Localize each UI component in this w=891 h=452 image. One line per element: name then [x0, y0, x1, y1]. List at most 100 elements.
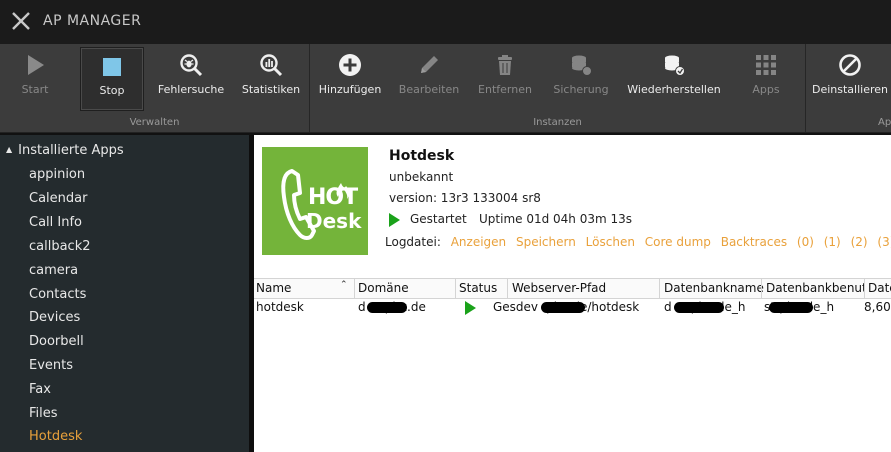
column-resize-handle[interactable]: [354, 279, 355, 298]
core-dump-link[interactable]: Core dump: [645, 235, 711, 249]
remove-button[interactable]: Entfernen: [474, 44, 536, 112]
backtrace-1-link[interactable]: (1): [824, 235, 841, 249]
toolbar-group-separator: [805, 44, 806, 132]
app-status: unbekannt: [389, 170, 454, 184]
column-resize-handle[interactable]: [455, 279, 456, 298]
bug-search-icon: [180, 54, 203, 77]
stop-button-label: Stop: [99, 84, 125, 97]
title-bar: AP MANAGER: [0, 0, 891, 44]
add-button-label: Hinzufügen: [318, 83, 382, 96]
hotdesk-logo: HOT Desk: [262, 147, 368, 255]
uninstall-button-label: Deinstallieren: [811, 83, 888, 96]
sidebar-item-hotdesk[interactable]: Hotdesk: [29, 429, 82, 444]
statistics-button[interactable]: Statistiken: [236, 44, 306, 112]
column-header-webserver-path[interactable]: Webserver-Pfad: [512, 281, 606, 295]
group-label-manage: Verwalten: [129, 117, 180, 128]
table-row[interactable]: hotdesk d st-pbx.de Gesdev -pbx.de/hotde…: [254, 298, 891, 318]
add-button[interactable]: Hinzufügen: [314, 44, 386, 112]
cell-name: hotdesk: [256, 300, 304, 314]
grid-icon: [756, 55, 776, 75]
column-resize-handle[interactable]: [507, 279, 508, 298]
column-header-date[interactable]: Date: [868, 281, 891, 295]
logo-text-hot: HOT: [308, 185, 358, 210]
column-resize-handle[interactable]: [761, 279, 762, 298]
main-panel: HOT Desk Hotdesk unbekannt version: 13r3…: [254, 135, 891, 452]
sidebar-item-callback2[interactable]: callback2: [29, 239, 91, 254]
backtrace-0-link[interactable]: (0): [797, 235, 814, 249]
sidebar-item-events[interactable]: Events: [29, 358, 73, 373]
sort-ascending-icon[interactable]: ⌃: [340, 280, 348, 290]
log-delete-link[interactable]: Löschen: [586, 235, 635, 249]
sidebar-item-doorbell[interactable]: Doorbell: [29, 334, 84, 349]
redaction-mark: [367, 302, 407, 313]
group-label-apps: Ap: [878, 117, 891, 128]
troubleshoot-button-label: Fehlersuche: [157, 83, 225, 96]
column-header-status[interactable]: Status: [459, 281, 497, 295]
run-state: Gestartet: [410, 212, 467, 226]
backtrace-3-link[interactable]: (3): [877, 235, 891, 249]
stop-button[interactable]: Stop: [80, 47, 144, 111]
statistics-button-label: Statistiken: [241, 83, 301, 96]
sidebar-root-label: Installierte Apps: [18, 143, 124, 158]
group-label-instances: Instanzen: [533, 117, 582, 128]
sidebar-item-files[interactable]: Files: [29, 406, 58, 421]
triangle-down-icon: ▲: [6, 145, 13, 154]
sidebar-item-devices[interactable]: Devices: [29, 310, 80, 325]
remove-button-label: Entfernen: [478, 83, 532, 96]
logo-text-desk: Desk: [306, 209, 362, 233]
column-header-db-user[interactable]: Datenbankbenutzer: [766, 281, 864, 295]
cell-extra: 8,60: [864, 300, 891, 314]
forbidden-icon: [839, 54, 861, 76]
sidebar-item-camera[interactable]: camera: [29, 263, 78, 278]
app-version: version: 13r3 133004 sr8: [389, 191, 541, 205]
troubleshoot-button[interactable]: Fehlersuche: [154, 44, 228, 112]
column-header-db-name[interactable]: Datenbankname: [664, 281, 764, 295]
window-title: AP MANAGER: [43, 13, 142, 29]
status-running-icon: [465, 301, 476, 315]
column-header-name[interactable]: Name: [256, 281, 291, 295]
redaction-mark: [769, 302, 813, 313]
log-save-link[interactable]: Speichern: [516, 235, 576, 249]
running-play-icon: [389, 213, 400, 227]
database-restore-icon: [665, 55, 685, 76]
plus-circle-icon: [339, 54, 361, 76]
uninstall-button[interactable]: Deinstallieren: [810, 44, 890, 112]
app-name: Hotdesk: [389, 148, 455, 164]
redaction-mark: [674, 302, 724, 313]
sidebar-item-calendar[interactable]: Calendar: [29, 191, 87, 206]
backup-button[interactable]: Sicherung: [548, 44, 614, 112]
stop-icon: [103, 58, 121, 76]
sidebar-item-contacts[interactable]: Contacts: [29, 287, 86, 302]
chart-search-icon: [260, 54, 283, 77]
log-view-link[interactable]: Anzeigen: [451, 235, 506, 249]
column-resize-handle[interactable]: [659, 279, 660, 298]
backtraces-link[interactable]: Backtraces: [721, 235, 787, 249]
column-header-domain[interactable]: Domäne: [358, 281, 409, 295]
redaction-mark: [541, 302, 585, 313]
apps-button-label: Apps: [752, 83, 780, 96]
sidebar-item-call-info[interactable]: Call Info: [29, 215, 82, 230]
column-resize-handle[interactable]: [864, 279, 865, 298]
toolbar: Start Stop Fehlersuche Statistiken Hinzu…: [0, 44, 891, 133]
instances-table-header: Name ⌃ Domäne Status Webserver-Pfad Date…: [254, 278, 891, 299]
start-button[interactable]: Start: [2, 44, 68, 112]
uptime: Uptime 01d 04h 03m 13s: [479, 212, 633, 226]
sidebar-item-appinion[interactable]: appinion: [29, 167, 85, 182]
pencil-icon: [421, 56, 438, 73]
apps-button[interactable]: Apps: [738, 44, 794, 112]
close-icon[interactable]: [11, 11, 31, 31]
backtrace-2-link[interactable]: (2): [851, 235, 868, 249]
start-button-label: Start: [21, 83, 49, 96]
edit-button[interactable]: Bearbeiten: [394, 44, 464, 112]
logfile-row: Logdatei: Anzeigen Speichern Löschen Cor…: [385, 235, 891, 249]
logfile-label: Logdatei:: [385, 235, 441, 249]
database-backup-icon: [572, 55, 592, 76]
sidebar-root-installed-apps[interactable]: ▲ Installierte Apps: [6, 143, 124, 158]
backup-button-label: Sicherung: [553, 83, 609, 96]
play-icon: [28, 55, 44, 75]
edit-button-label: Bearbeiten: [398, 83, 460, 96]
trash-icon: [498, 55, 512, 75]
restore-button[interactable]: Wiederherstellen: [624, 44, 724, 112]
restore-button-label: Wiederherstellen: [627, 83, 721, 96]
sidebar-item-fax[interactable]: Fax: [29, 382, 51, 397]
